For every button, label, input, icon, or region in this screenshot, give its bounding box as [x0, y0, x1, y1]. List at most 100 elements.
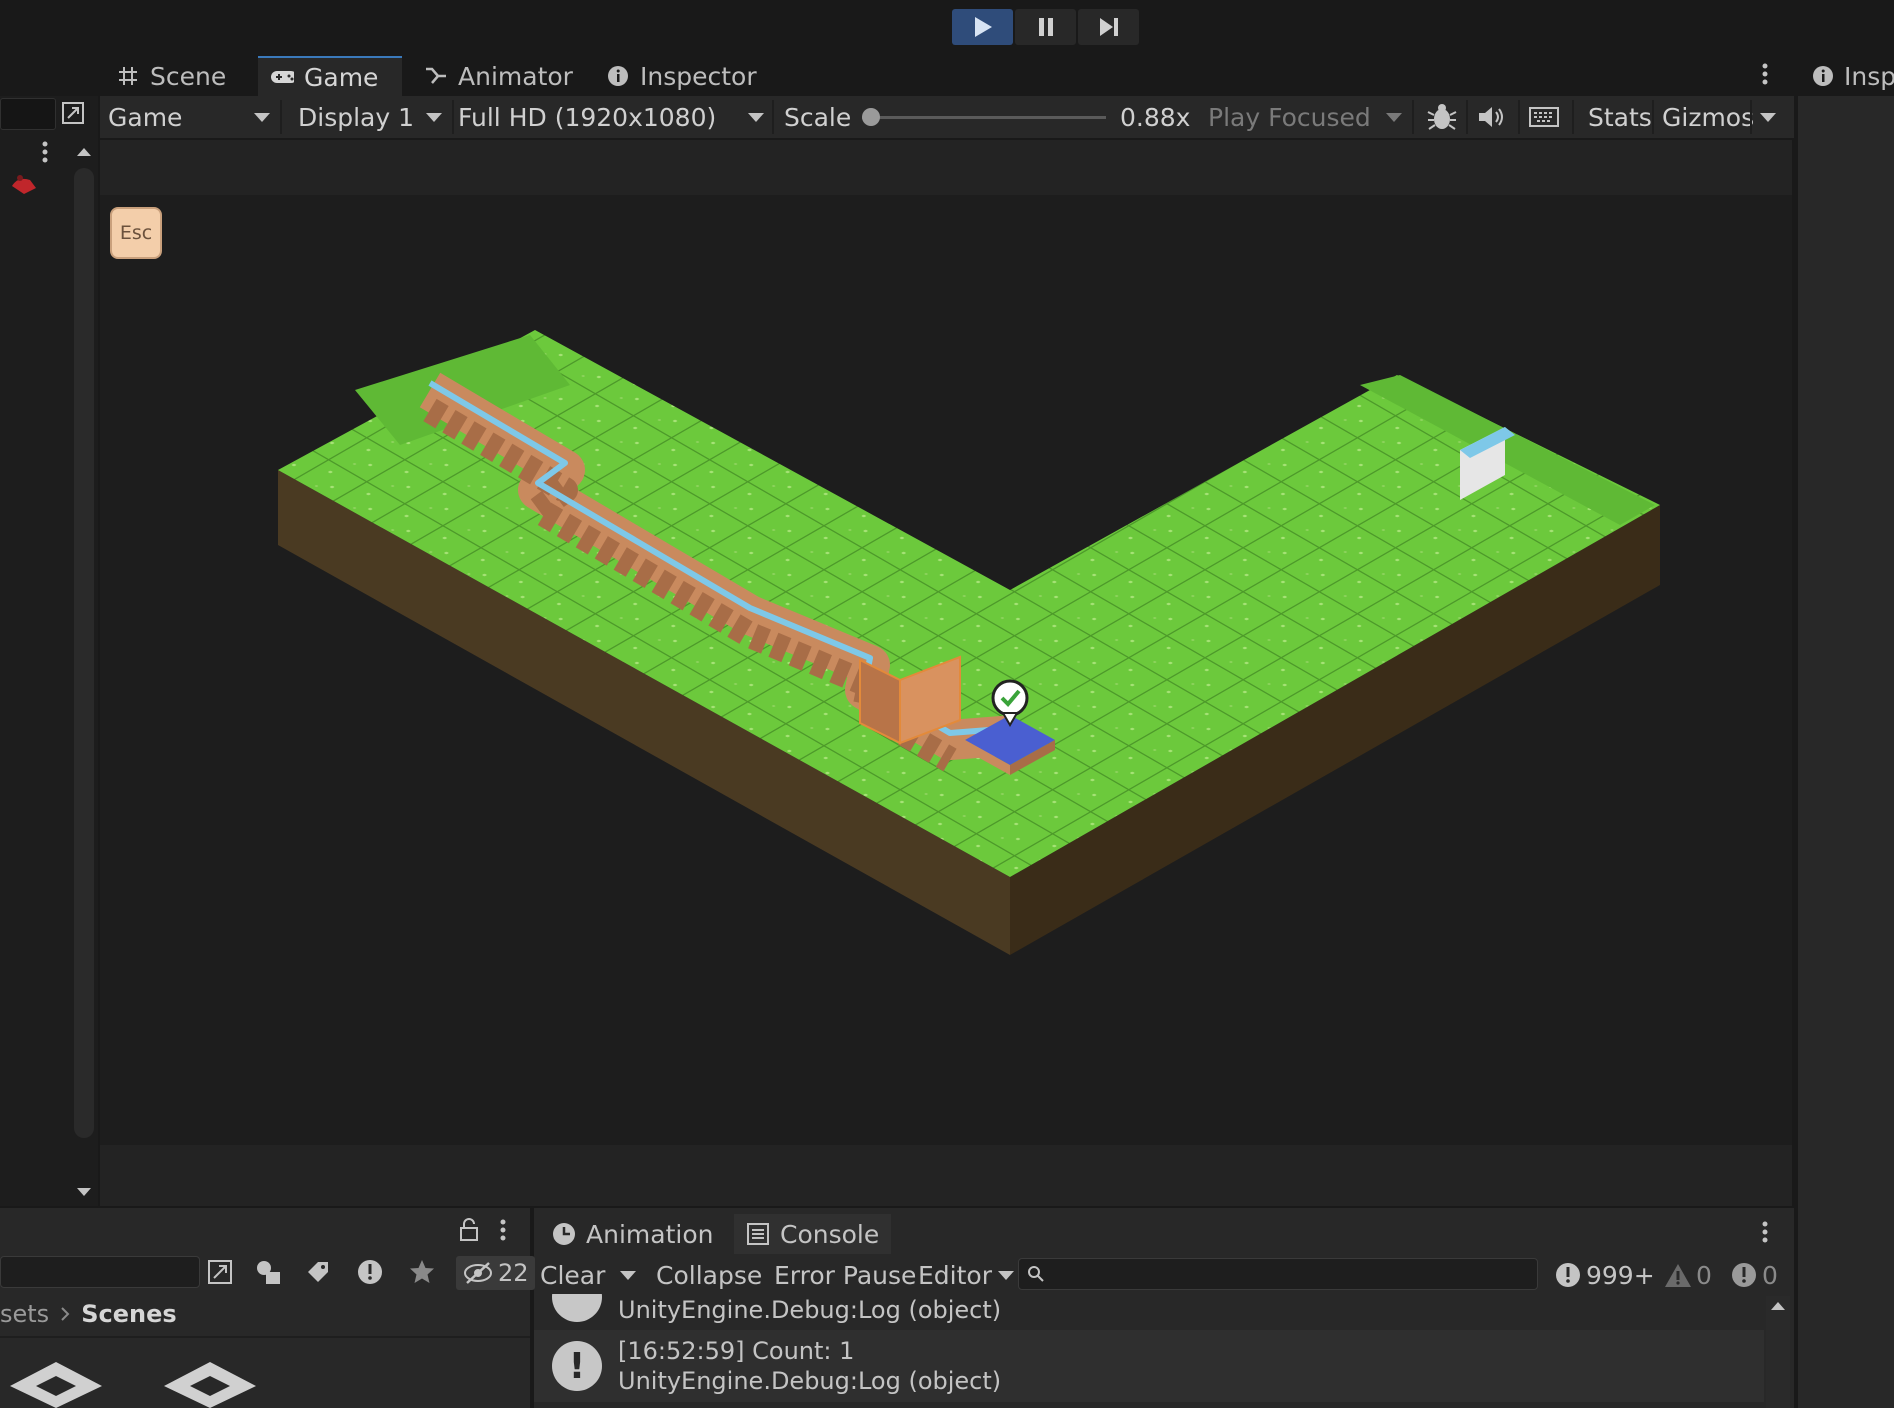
resolution-label: Full HD (1920x1080) [458, 102, 717, 132]
scene-asset-icon[interactable] [160, 1360, 260, 1408]
breadcrumb-assets[interactable]: sets [0, 1300, 49, 1328]
tag-icon[interactable] [304, 1258, 332, 1286]
log-count: 999+ [1586, 1260, 1655, 1290]
play-mode-label: Play Focused [1208, 102, 1371, 132]
chevron-right-icon [61, 1307, 70, 1321]
scroll-up-icon[interactable] [76, 146, 92, 158]
play-button[interactable] [952, 9, 1013, 45]
warning-icon[interactable] [356, 1258, 384, 1286]
hierarchy-scrollbar[interactable] [74, 168, 94, 1138]
main-toolbar [0, 0, 1894, 54]
log-count-toggle[interactable]: 999+ [1554, 1256, 1655, 1294]
step-icon [1099, 18, 1118, 36]
tab-inspector[interactable]: Inspector [594, 56, 774, 96]
play-mode-dropdown[interactable]: Play Focused [1208, 96, 1408, 138]
scene-asset-icon[interactable] [6, 1360, 106, 1408]
hash-icon [116, 64, 140, 88]
search-icon [1028, 1266, 1044, 1282]
hidden-packages-toggle[interactable]: 22 [456, 1256, 535, 1290]
log-entry[interactable]: ! [16:52:59] Count: 1 UnityEngine.Debug:… [534, 1330, 1764, 1402]
tab-animation[interactable]: Animation [540, 1214, 725, 1254]
error-icon [1732, 1263, 1756, 1287]
scale-slider-thumb[interactable] [862, 108, 880, 126]
chevron-down-icon [254, 112, 270, 122]
chevron-down-icon [426, 112, 442, 122]
clock-icon [553, 1223, 575, 1245]
error-pause-button[interactable]: Error Pause [774, 1256, 916, 1294]
chevron-down-icon [748, 112, 764, 122]
hierarchy-search[interactable] [0, 98, 56, 130]
play-icon [974, 17, 992, 37]
chevron-down-icon [1760, 112, 1776, 122]
collapse-button[interactable]: Collapse [656, 1256, 762, 1294]
lock-icon[interactable] [458, 1218, 480, 1242]
chevron-down-icon [620, 1270, 636, 1280]
game-canvas[interactable] [100, 195, 1792, 1145]
hidden-count: 22 [498, 1259, 529, 1287]
scene-object-icon[interactable] [8, 170, 40, 198]
star-icon[interactable] [408, 1258, 436, 1286]
display-label: Display 1 [298, 102, 415, 132]
chevron-down-icon [1386, 112, 1402, 122]
display-dropdown[interactable]: Display 1 [298, 96, 448, 138]
scale-value: 0.88x [1120, 102, 1191, 132]
stats-button[interactable]: Stats [1588, 96, 1652, 138]
tab-animation-label: Animation [586, 1219, 714, 1249]
clear-button[interactable]: Clear [540, 1256, 605, 1294]
editor-tab-bar: Scene Game Animator Inspector [0, 56, 1794, 96]
inspector-panel [1796, 56, 1894, 1408]
gizmos-button[interactable]: Gizmos [1662, 96, 1754, 138]
mute-audio-toggle[interactable] [1476, 96, 1506, 138]
breadcrumb: sets Scenes [0, 1296, 177, 1332]
maximize-icon[interactable] [60, 100, 86, 126]
clear-options-dropdown[interactable] [620, 1256, 642, 1294]
project-search-input[interactable] [0, 1256, 200, 1288]
tab-scene-label: Scene [150, 61, 227, 91]
warning-count-toggle[interactable]: 0 [1664, 1256, 1712, 1294]
console-scrollbar[interactable] [1766, 1296, 1790, 1408]
resolution-dropdown[interactable]: Full HD (1920x1080) [458, 96, 770, 138]
editor-dropdown[interactable]: Editor [918, 1256, 1014, 1294]
kebab-menu-icon[interactable] [40, 140, 50, 164]
kebab-menu-icon[interactable] [498, 1218, 508, 1242]
pause-icon [1038, 18, 1053, 36]
divider [0, 1336, 530, 1338]
log-text: UnityEngine.Debug:Log (object) [618, 1296, 1002, 1324]
pause-button[interactable] [1015, 9, 1076, 45]
tab-inspector-label: Inspector [640, 61, 757, 91]
error-count-toggle[interactable]: 0 [1730, 1256, 1778, 1294]
info-message-icon [552, 1294, 602, 1326]
scale-slider-track[interactable] [862, 116, 1106, 119]
checkmark-icon [991, 679, 1029, 717]
view-mode-dropdown[interactable]: Game [108, 96, 278, 138]
kebab-menu-icon[interactable] [1760, 62, 1770, 86]
tab-animator[interactable]: Animator [412, 56, 592, 96]
bug-icon [1427, 104, 1457, 130]
keyboard-icon [1529, 107, 1559, 127]
kebab-menu-icon[interactable] [1760, 1220, 1770, 1244]
info-message-icon [1556, 1263, 1580, 1287]
tab-game-label: Game [304, 62, 379, 92]
tab-inspector-right-label: Inspe [1844, 61, 1894, 91]
maximize-icon[interactable] [206, 1258, 234, 1286]
filter-by-type-icon[interactable] [254, 1258, 284, 1286]
step-button[interactable] [1078, 9, 1139, 45]
tab-animator-label: Animator [458, 61, 573, 91]
console-search-input[interactable] [1018, 1258, 1538, 1290]
chevron-down-icon [998, 1270, 1014, 1280]
esc-button[interactable]: Esc [110, 207, 162, 259]
console-icon [747, 1223, 769, 1245]
tab-game[interactable]: Game [258, 56, 402, 96]
keyboard-shortcuts-toggle[interactable] [1528, 96, 1560, 138]
scroll-down-icon[interactable] [76, 1186, 92, 1198]
log-entry[interactable]: UnityEngine.Debug:Log (object) [534, 1294, 1764, 1326]
tab-scene[interactable]: Scene [104, 56, 256, 96]
warning-count: 0 [1696, 1260, 1712, 1290]
breadcrumb-scenes[interactable]: Scenes [81, 1300, 176, 1328]
tab-console[interactable]: Console [734, 1214, 892, 1254]
debug-toggle[interactable] [1426, 96, 1458, 138]
gizmos-dropdown[interactable] [1760, 96, 1776, 138]
view-mode-label: Game [108, 102, 183, 132]
tab-inspector-right[interactable]: Inspe [1798, 56, 1894, 96]
tab-console-label: Console [780, 1219, 880, 1249]
